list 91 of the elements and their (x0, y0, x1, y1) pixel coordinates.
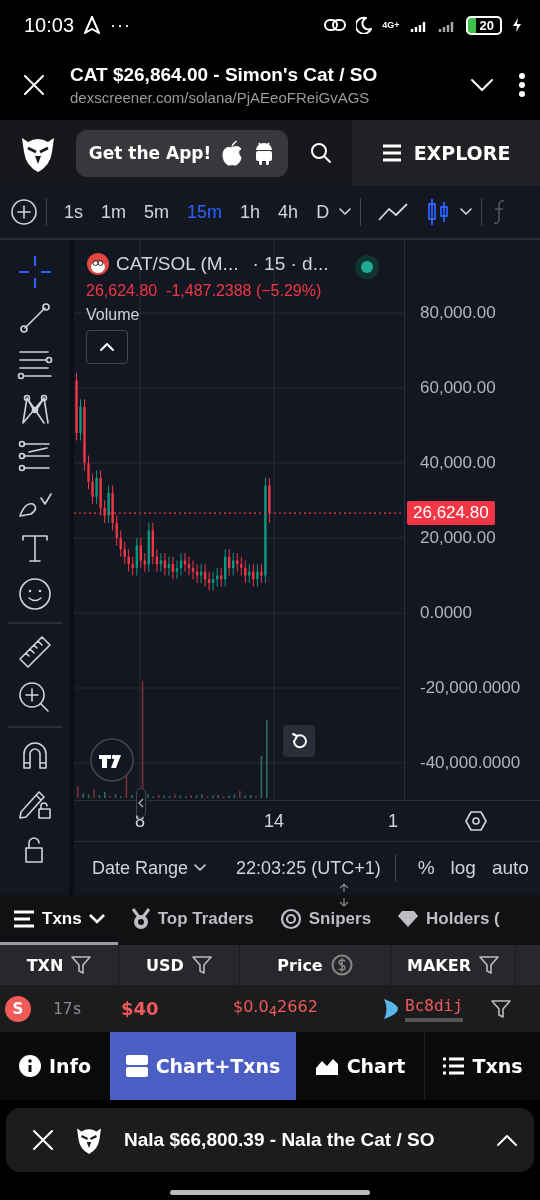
tradingview-logo[interactable] (89, 737, 135, 783)
dollar-icon (330, 954, 353, 976)
time-axis-label: 1 (388, 811, 398, 832)
price-axis-label: 0.0000 (420, 603, 472, 623)
apple-icon (221, 140, 244, 166)
volume-label: Volume (86, 306, 141, 324)
chart-clock: 22:03:25 (UTC+1) (236, 857, 381, 879)
reset-chart-button[interactable] (283, 725, 315, 757)
network-type: 4G+ (382, 20, 400, 30)
chart-tab[interactable]: Chart (296, 1032, 424, 1100)
interval-tab[interactable]: 1h (231, 201, 270, 223)
interval-tab[interactable]: D (307, 201, 339, 223)
filter-icon (191, 955, 212, 975)
chevron-down-icon (88, 913, 105, 924)
maker-link[interactable]: Bc8dij (405, 995, 463, 1022)
close-icon[interactable] (32, 1129, 54, 1151)
snipers-tab[interactable]: Snipers (266, 895, 385, 945)
split-view-icon (125, 1055, 148, 1077)
chart-interval: · 15 · d... (252, 253, 329, 275)
menu-icon (13, 909, 35, 928)
filter-icon[interactable] (490, 998, 511, 1019)
reset-icon (290, 732, 308, 750)
caret-icon[interactable] (338, 207, 353, 217)
search-icon[interactable] (310, 142, 332, 164)
settings-icon[interactable] (465, 810, 487, 832)
price-axis-label: 40,000.00 (420, 453, 496, 473)
info-icon (19, 1055, 42, 1077)
page-url: dexscreener.com/solana/PjAEeoFReiGvAGS (70, 88, 370, 106)
resize-icon[interactable] (338, 882, 350, 908)
interval-tab[interactable]: 4h (269, 201, 308, 223)
explore-button[interactable]: EXPLORE (352, 120, 540, 186)
price-axis-label: -40,000.0000 (420, 753, 521, 773)
txn-type-badge: S (5, 995, 31, 1022)
add-indicator-icon[interactable] (10, 198, 38, 226)
price-change: 26,624.80 -1,487.2388 (−5.29%) (86, 282, 322, 300)
interval-tab[interactable]: 1s (55, 201, 92, 223)
chevron-left-icon (138, 798, 144, 808)
log-scale-button[interactable]: log (442, 857, 484, 879)
caret-icon (194, 864, 207, 872)
battery-level: 20 (465, 15, 502, 35)
more-icon[interactable] (518, 72, 526, 98)
link-icon (324, 18, 347, 32)
chart-txns-tab[interactable]: Chart+Txns (110, 1032, 296, 1100)
filter-icon (71, 955, 92, 975)
time-axis-label: 14 (264, 811, 285, 832)
price-axis-label: 60,000.00 (420, 378, 496, 398)
navigation-icon (84, 16, 101, 34)
chevron-up-icon (99, 342, 115, 352)
txn-price: $0.0$_{4}$2662 (233, 997, 319, 1020)
percent-scale-button[interactable]: % (409, 857, 443, 879)
chevron-down-icon[interactable] (470, 78, 494, 92)
price-axis-label: 80,000.00 (420, 303, 496, 323)
list-icon (442, 1057, 465, 1075)
token-avatar (86, 252, 110, 276)
get-app-button[interactable]: Get the App! (76, 129, 288, 177)
area-chart-icon (314, 1056, 339, 1076)
price-tag: 26,624.80 (407, 501, 495, 526)
interval-tab[interactable]: 5m (135, 201, 179, 223)
emoji-icon[interactable] (16, 576, 53, 612)
moon-icon (356, 16, 373, 34)
crosshair-icon[interactable] (16, 254, 53, 290)
diamond-icon (397, 909, 420, 928)
charging-icon (512, 17, 522, 33)
interval-tab[interactable]: 1m (92, 201, 136, 223)
filter-icon (478, 955, 499, 975)
holders-tab[interactable]: Holders ( (384, 895, 513, 945)
caret-icon[interactable] (459, 207, 474, 217)
fib-lines-icon[interactable] (16, 438, 53, 474)
txns-view-tab[interactable]: Txns (424, 1032, 540, 1100)
target-icon (279, 907, 302, 930)
auto-scale-button[interactable]: auto (483, 857, 537, 879)
top-traders-tab[interactable]: Top Traders (117, 895, 267, 945)
page-title: CAT $26,864.00 - Simon's Cat / SO (70, 63, 378, 86)
chevron-up-icon[interactable] (496, 1133, 518, 1147)
ruler-icon[interactable] (16, 634, 53, 670)
price-axis-label: -20,000.0000 (420, 678, 521, 698)
txn-age: 17s (53, 999, 83, 1018)
menu-icon (381, 144, 402, 162)
status-time: 10:03 (24, 13, 75, 37)
tab-title: Nala $66,800.39 - Nala the Cat / SO (124, 1129, 436, 1151)
txn-usd: $40 (121, 998, 160, 1019)
chart-symbol: CAT/SOL (M... (116, 253, 239, 275)
notification-dots: ··· (110, 14, 132, 36)
date-range-button[interactable]: Date Range (92, 857, 207, 879)
interval-tab[interactable]: 15m (178, 201, 232, 223)
fish-icon (383, 997, 399, 1020)
price-axis-label: 20,000.00 (420, 528, 496, 548)
medal-icon (130, 907, 151, 930)
info-tab[interactable]: Info (0, 1032, 110, 1100)
close-icon[interactable] (22, 73, 46, 97)
collapse-button[interactable] (86, 330, 128, 364)
